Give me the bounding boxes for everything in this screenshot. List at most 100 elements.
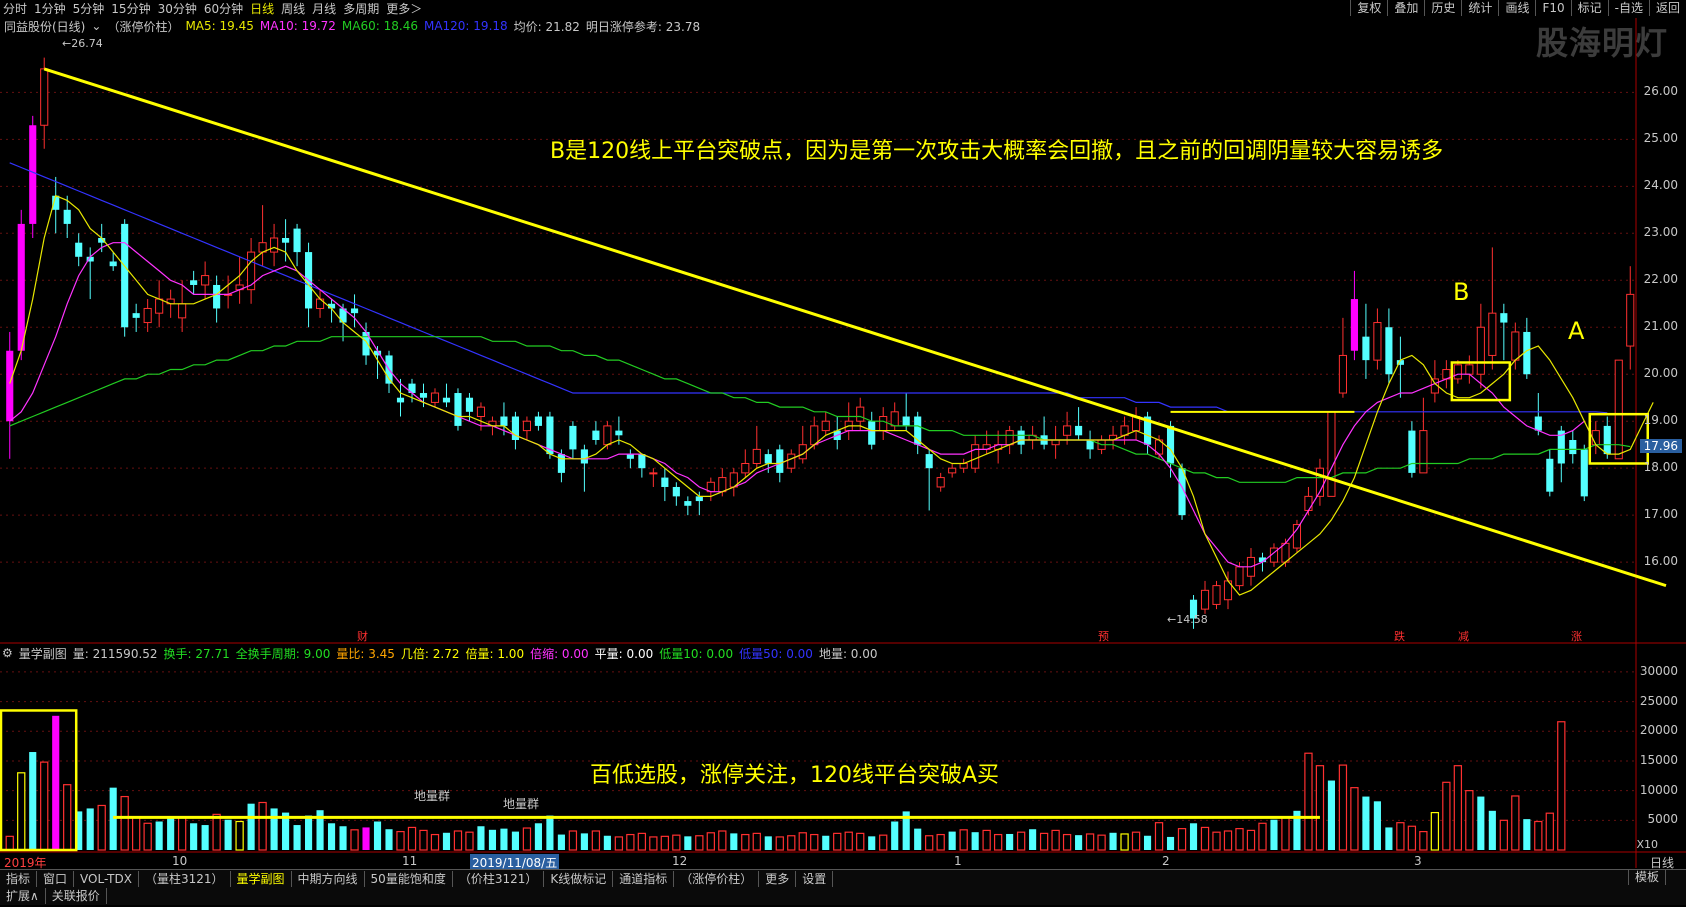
volume-bar bbox=[626, 833, 635, 851]
price-axis-label: 21.00 bbox=[1643, 319, 1678, 334]
volume-bar bbox=[177, 816, 187, 851]
volume-bar bbox=[891, 821, 899, 850]
current-price-tag: 17.96 bbox=[1639, 439, 1682, 453]
indicator-tab-1[interactable]: 窗口 bbox=[37, 870, 75, 887]
volume-bar bbox=[718, 830, 727, 851]
candle-body bbox=[592, 430, 600, 440]
volume-bar bbox=[741, 833, 750, 851]
volume-bar bbox=[868, 836, 876, 850]
price-axis-label: 24.00 bbox=[1643, 178, 1678, 193]
volume-bar bbox=[764, 836, 772, 850]
volume-bar bbox=[396, 830, 405, 851]
volume-bar bbox=[1258, 822, 1267, 851]
volume-bar bbox=[1131, 831, 1141, 851]
candle-body bbox=[1488, 312, 1497, 356]
indicator-tab-6[interactable]: 50量能饱和度 bbox=[365, 870, 453, 887]
volume-bar bbox=[29, 752, 37, 850]
month-label: 10 bbox=[172, 854, 188, 868]
volume-bar bbox=[1430, 811, 1440, 851]
candle-body bbox=[190, 280, 198, 285]
volume-bar bbox=[143, 822, 152, 851]
indicator-tab-2[interactable]: VOL-TDX bbox=[74, 870, 139, 887]
volume-ratio: 量比: 3.45 bbox=[336, 646, 395, 661]
month-label: 3 bbox=[1414, 854, 1422, 868]
candle-body bbox=[661, 477, 669, 487]
indicator-tab-9[interactable]: 通道指标 bbox=[613, 870, 675, 887]
candle-body bbox=[1626, 293, 1635, 347]
volume-bar bbox=[1075, 835, 1083, 850]
volume-bar bbox=[1499, 819, 1508, 851]
volume-bar bbox=[212, 813, 221, 851]
volume-bar bbox=[971, 832, 979, 850]
volume-bar bbox=[1109, 832, 1117, 850]
volume-bar bbox=[798, 832, 807, 851]
candle-body bbox=[476, 406, 486, 418]
candle-body bbox=[557, 454, 565, 473]
price-axis-label: 22.00 bbox=[1643, 272, 1678, 287]
annotation-main: B是120线上平台突破点，因为是第一次攻击大概率会回撤，且之前的回调阴量较大容易… bbox=[550, 139, 1444, 164]
candle-body bbox=[752, 448, 761, 464]
candle-body bbox=[695, 496, 703, 502]
template-button[interactable]: 模板 bbox=[1627, 869, 1666, 885]
candle-body bbox=[1603, 425, 1611, 455]
price-axis-label: 20.00 bbox=[1643, 366, 1678, 381]
candle-body bbox=[1292, 524, 1302, 549]
volume-bar bbox=[270, 808, 278, 850]
candle-body bbox=[6, 350, 14, 422]
candle-body bbox=[1051, 439, 1060, 446]
indicator-tab-10[interactable]: （涨停价柱） bbox=[674, 870, 760, 887]
candle-body bbox=[672, 486, 680, 497]
volume-bar bbox=[522, 827, 532, 851]
volume-axis-label: 30000 bbox=[1639, 663, 1678, 678]
event-marker-reduce[interactable]: 减 bbox=[1458, 628, 1469, 644]
sub-indicator-name[interactable]: 量学副图 bbox=[19, 645, 67, 661]
candle-body bbox=[764, 454, 772, 464]
candle-body bbox=[1166, 425, 1175, 464]
indicator-tab-12[interactable]: 设置 bbox=[796, 870, 834, 887]
volume-bar bbox=[1200, 826, 1210, 851]
volume-bar bbox=[224, 819, 232, 850]
candle-body bbox=[63, 209, 71, 224]
gear-icon[interactable]: ⚙ bbox=[2, 646, 13, 660]
volume-bar bbox=[856, 832, 865, 851]
indicator-tab-4[interactable]: 量学副图 bbox=[231, 870, 292, 887]
candle-body bbox=[1385, 327, 1393, 375]
volume-bar bbox=[1350, 787, 1359, 851]
event-marker-forecast[interactable]: 预 bbox=[1098, 628, 1109, 644]
candle-body bbox=[109, 261, 117, 267]
volume-bar bbox=[614, 836, 624, 851]
volume-bar bbox=[488, 829, 497, 850]
related-quote-button[interactable]: 关联报价 bbox=[46, 888, 107, 904]
volume-bar bbox=[52, 715, 60, 850]
full-turnover-period: 全换手周期: 9.00 bbox=[235, 646, 331, 661]
candle-body bbox=[810, 425, 819, 446]
volume-bar bbox=[167, 818, 175, 850]
volume-bar bbox=[993, 833, 1003, 851]
candle-body bbox=[1075, 425, 1083, 436]
event-marker-up[interactable]: 涨 bbox=[1571, 628, 1582, 644]
volume-bar bbox=[649, 836, 658, 851]
indicator-tab-7[interactable]: （价柱3121） bbox=[453, 870, 545, 887]
indicator-tab-8[interactable]: K线做标记 bbox=[544, 870, 614, 887]
indicator-tab-11[interactable]: 更多 bbox=[759, 870, 797, 887]
indicator-tab-3[interactable]: （量柱3121） bbox=[139, 870, 231, 887]
event-marker-finance[interactable]: 财 bbox=[357, 628, 368, 644]
month-label: 2 bbox=[1162, 854, 1170, 868]
price-axis-label: 18.00 bbox=[1643, 460, 1678, 475]
volume-bar bbox=[1396, 822, 1405, 851]
candle-body bbox=[1569, 440, 1577, 455]
ma5-line bbox=[9, 194, 1654, 596]
high-price-label: 26.74 bbox=[71, 37, 103, 50]
volume-bar bbox=[775, 836, 784, 851]
indicator-tab-0[interactable]: 指标 bbox=[0, 870, 38, 887]
indicator-tab-5[interactable]: 中期方向线 bbox=[292, 870, 365, 887]
event-marker-down[interactable]: 跌 bbox=[1394, 628, 1405, 644]
volume-bar bbox=[684, 836, 692, 850]
expand-button[interactable]: 扩展∧ bbox=[0, 888, 46, 904]
candle-body bbox=[1476, 326, 1485, 375]
price-axis-label: 26.00 bbox=[1643, 84, 1678, 99]
volume-bar bbox=[327, 823, 336, 850]
volume-bar bbox=[1085, 833, 1095, 851]
volume-bar bbox=[500, 828, 508, 850]
price-axis-label: 19.00 bbox=[1643, 413, 1678, 428]
